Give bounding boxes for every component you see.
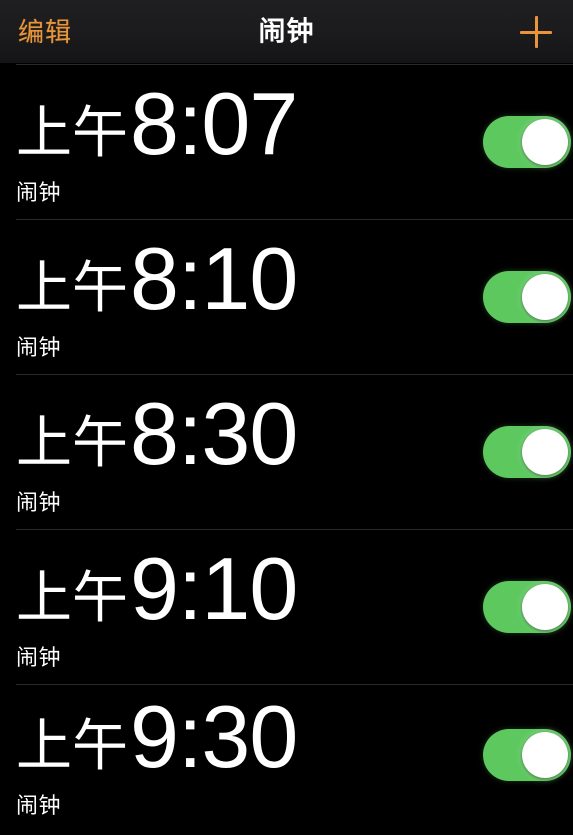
alarm-time: 上午 8:30: [16, 383, 298, 483]
alarm-list: 上午 8:07 闹钟 上午 8:10 闹钟 上午 8:30 闹钟 上午 9:10…: [0, 64, 573, 835]
alarm-digits: 8:30: [130, 383, 298, 483]
alarm-toggle[interactable]: [483, 729, 571, 781]
alarm-info: 上午 9:30 闹钟: [16, 687, 298, 818]
alarm-info: 上午 8:30 闹钟: [16, 383, 298, 515]
alarm-time: 上午 9:10: [16, 538, 298, 638]
alarm-row[interactable]: 上午 8:07 闹钟: [0, 64, 573, 219]
alarm-period: 上午: [16, 255, 128, 319]
plus-icon-vertical: [534, 16, 538, 48]
alarm-digits: 8:07: [130, 73, 298, 173]
alarm-info: 上午 9:10 闹钟: [16, 538, 298, 670]
alarm-digits: 8:10: [130, 228, 298, 328]
alarm-toggle[interactable]: [483, 425, 571, 478]
alarm-row[interactable]: 上午 9:10 闹钟: [0, 529, 573, 684]
alarm-app-screen: 编辑 闹钟 上午 8:07 闹钟 上午 8:10 闹钟 上午 8:30 闹钟 上…: [0, 0, 573, 835]
alarm-label: 闹钟: [16, 179, 62, 205]
alarm-row[interactable]: 上午 8:30 闹钟: [0, 374, 573, 529]
alarm-time: 上午 9:30: [16, 687, 298, 786]
alarm-period: 上午: [16, 100, 128, 164]
alarm-toggle[interactable]: [483, 270, 571, 323]
alarm-info: 上午 8:10 闹钟: [16, 228, 298, 360]
alarm-time: 上午 8:10: [16, 228, 298, 328]
navigation-bar: 编辑 闹钟: [0, 0, 573, 64]
alarm-digits: 9:10: [130, 538, 298, 638]
toggle-knob: [522, 428, 568, 475]
alarm-time: 上午 8:07: [16, 73, 298, 173]
alarm-info: 上午 8:07 闹钟: [16, 73, 298, 205]
alarm-digits: 9:30: [130, 687, 298, 786]
alarm-label: 闹钟: [16, 793, 62, 818]
alarm-period: 上午: [16, 714, 128, 777]
toggle-knob: [522, 583, 568, 630]
toggle-knob: [522, 732, 568, 778]
alarm-toggle[interactable]: [483, 115, 571, 168]
alarm-label: 闹钟: [16, 644, 62, 670]
toggle-knob: [522, 273, 568, 320]
edit-button[interactable]: 编辑: [18, 19, 72, 45]
add-alarm-button[interactable]: [517, 13, 555, 51]
alarm-period: 上午: [16, 410, 128, 474]
alarm-label: 闹钟: [16, 489, 62, 515]
alarm-row[interactable]: 上午 8:10 闹钟: [0, 219, 573, 374]
alarm-period: 上午: [16, 565, 128, 629]
alarm-toggle[interactable]: [483, 580, 571, 633]
page-title: 闹钟: [258, 16, 315, 47]
toggle-knob: [522, 118, 568, 165]
alarm-label: 闹钟: [16, 334, 62, 360]
alarm-row[interactable]: 上午 9:30 闹钟: [0, 684, 573, 826]
